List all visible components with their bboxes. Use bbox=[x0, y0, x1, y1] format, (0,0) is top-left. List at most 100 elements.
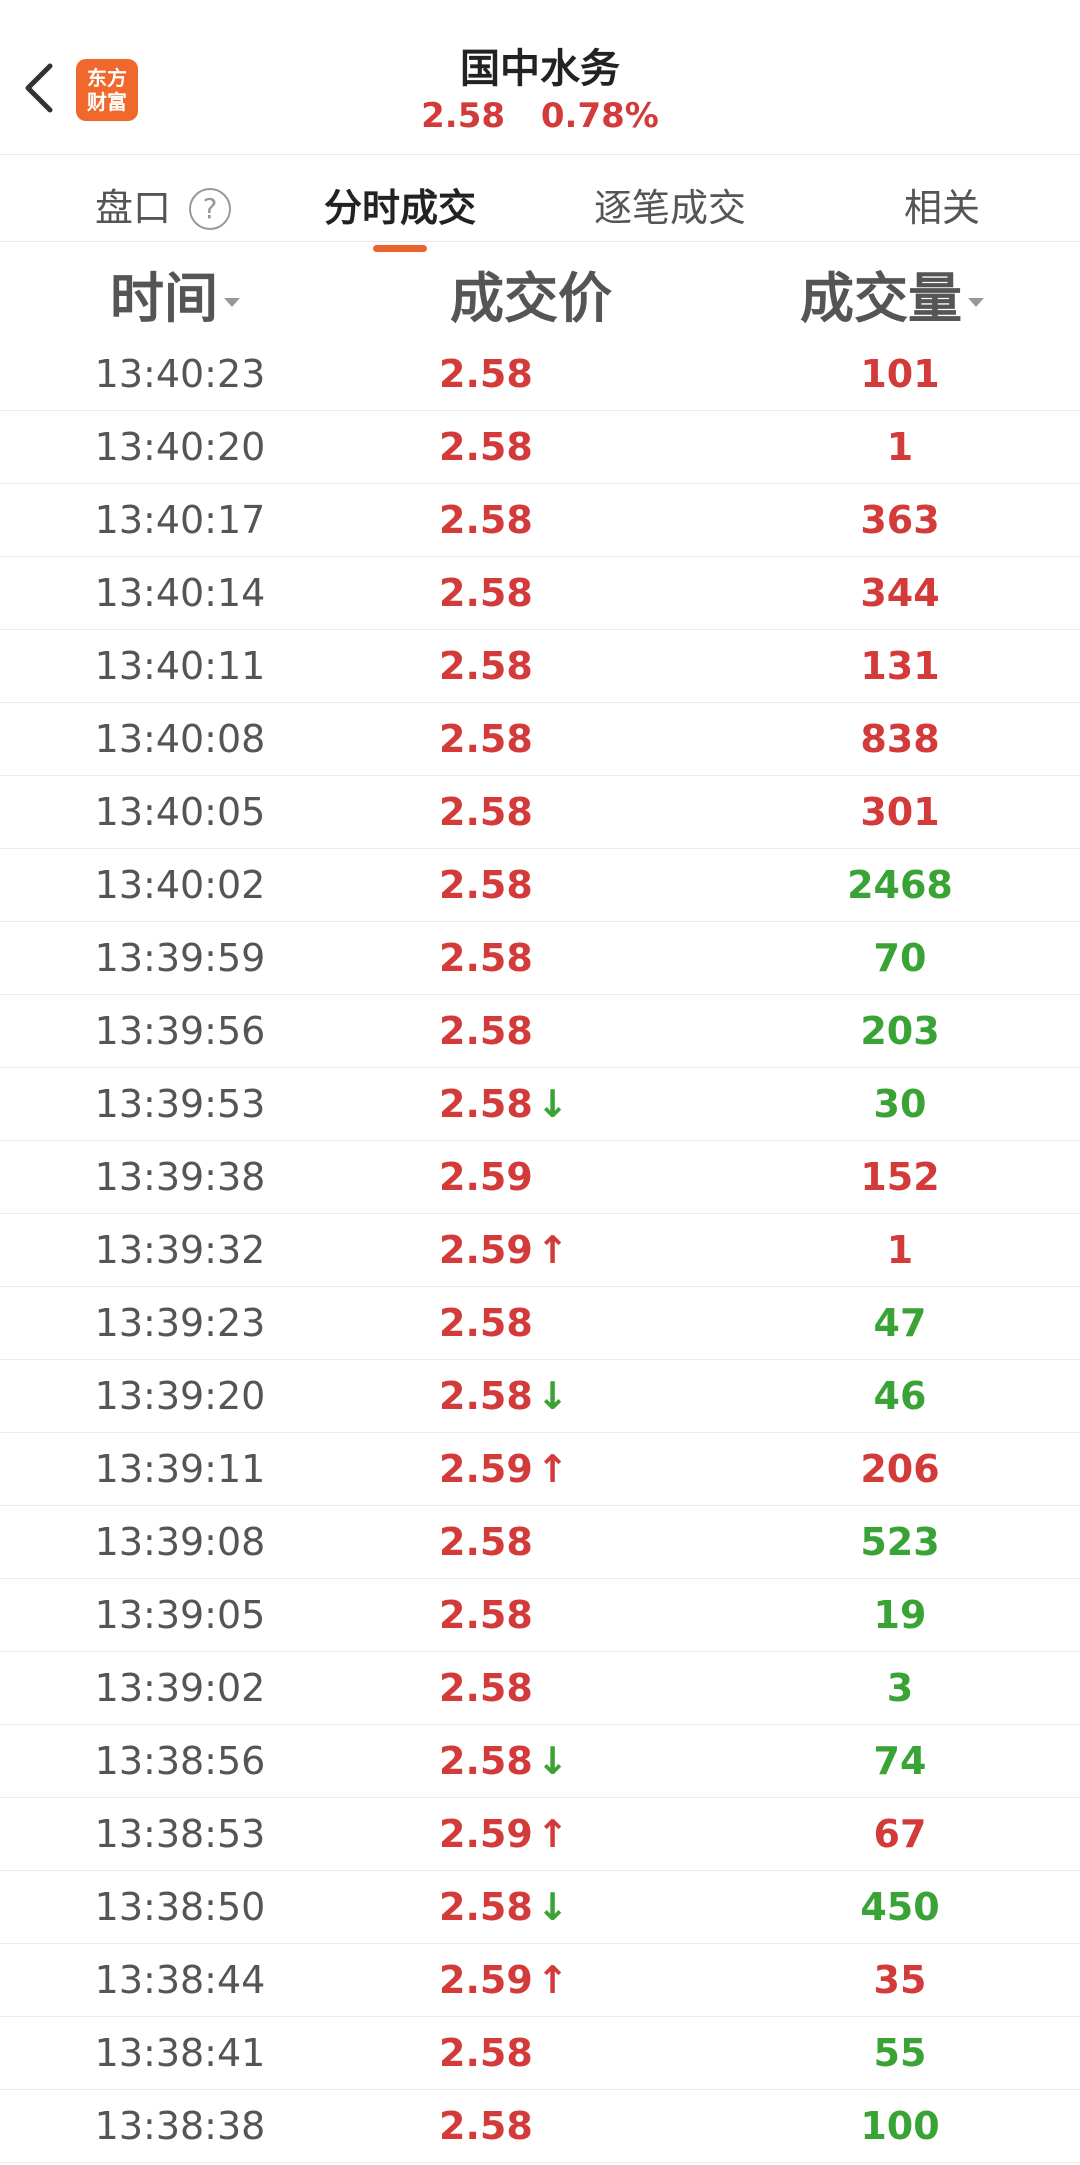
header: 东方 财富 国中水务 2.58 0.78% bbox=[0, 0, 1080, 155]
trade-price: 2.58 bbox=[439, 1652, 639, 1724]
trade-price-value: 2.58 bbox=[439, 790, 533, 834]
col-volume[interactable]: 成交量 bbox=[800, 254, 984, 333]
trade-time: 13:39:38 bbox=[94, 1155, 266, 1199]
trade-time: 13:38:53 bbox=[94, 1812, 266, 1856]
trade-price-value: 2.58 bbox=[439, 717, 533, 761]
trade-volume: 363 bbox=[860, 498, 940, 542]
table-row: 13:39:23 2.58 47 bbox=[0, 1287, 1080, 1360]
tab-pankou[interactable]: 盘口? bbox=[95, 177, 232, 232]
tab-bar: 盘口? 分时成交 逐笔成交 相关 bbox=[0, 155, 1080, 252]
trade-time: 13:38:56 bbox=[94, 1739, 266, 1783]
table-row: 13:38:41 2.58 55 bbox=[0, 2017, 1080, 2090]
trade-price-value: 2.58 bbox=[439, 2031, 533, 2075]
tab-zhubi[interactable]: 逐笔成交 bbox=[594, 177, 746, 232]
trade-price: 2.59 ↑ bbox=[439, 1944, 639, 2016]
arrow-down-icon: ↓ bbox=[536, 1885, 569, 1929]
tab-related[interactable]: 相关 bbox=[904, 177, 980, 232]
table-row: 13:40:11 2.58 131 bbox=[0, 630, 1080, 703]
trade-price: 2.58 bbox=[439, 1287, 639, 1359]
table-row: 13:38:44 2.59 ↑ 35 bbox=[0, 1944, 1080, 2017]
trade-time: 13:39:53 bbox=[94, 1082, 266, 1126]
arrow-up-icon: ↑ bbox=[536, 1447, 569, 1491]
arrow-down-icon: ↓ bbox=[536, 1739, 569, 1783]
trade-price-value: 2.59 bbox=[439, 1812, 533, 1856]
trade-price-value: 2.58 bbox=[439, 1374, 533, 1418]
trade-price: 2.58 bbox=[439, 2017, 639, 2089]
arrow-up-icon: ↑ bbox=[536, 1812, 569, 1856]
trade-volume: 152 bbox=[860, 1155, 940, 1199]
table-row: 13:40:17 2.58 363 bbox=[0, 484, 1080, 557]
table-row: 13:40:23 2.58 101 bbox=[0, 338, 1080, 411]
trade-price-value: 2.59 bbox=[439, 1155, 533, 1199]
table-row: 13:40:05 2.58 301 bbox=[0, 776, 1080, 849]
trade-price: 2.58 bbox=[439, 922, 639, 994]
trade-time: 13:38:41 bbox=[94, 2031, 266, 2075]
trade-price: 2.58 ↓ bbox=[439, 1871, 639, 1943]
trade-volume: 1 bbox=[886, 1228, 914, 1272]
trade-price-value: 2.58 bbox=[439, 1520, 533, 1564]
arrow-down-icon: ↓ bbox=[536, 1374, 569, 1418]
table-row: 13:40:20 2.58 1 bbox=[0, 411, 1080, 484]
arrow-up-icon: ↑ bbox=[536, 1958, 569, 2002]
trade-price: 2.59 ↑ bbox=[439, 1798, 639, 1870]
trade-time: 13:38:44 bbox=[94, 1958, 266, 2002]
trade-price: 2.59 ↑ bbox=[439, 1214, 639, 1286]
trade-volume: 838 bbox=[860, 717, 940, 761]
trade-price-value: 2.58 bbox=[439, 498, 533, 542]
arrow-down-icon: ↓ bbox=[536, 1082, 569, 1126]
trade-time: 13:39:56 bbox=[94, 1009, 266, 1053]
trade-volume: 301 bbox=[860, 790, 940, 834]
trade-price: 2.58 bbox=[439, 995, 639, 1067]
trade-price: 2.58 bbox=[439, 776, 639, 848]
trade-time: 13:39:20 bbox=[94, 1374, 266, 1418]
stock-quote: 2.58 0.78% bbox=[0, 96, 1080, 136]
table-row: 13:40:02 2.58 2468 bbox=[0, 849, 1080, 922]
trade-volume: 1 bbox=[886, 425, 914, 469]
trade-price-value: 2.58 bbox=[439, 1082, 533, 1126]
table-row: 13:39:05 2.58 19 bbox=[0, 1579, 1080, 1652]
trade-time: 13:39:32 bbox=[94, 1228, 266, 1272]
trade-price-value: 2.58 bbox=[439, 352, 533, 396]
trade-time: 13:39:02 bbox=[94, 1666, 266, 1710]
trade-volume: 19 bbox=[873, 1593, 927, 1637]
trade-price-value: 2.58 bbox=[439, 1593, 533, 1637]
trade-time: 13:39:05 bbox=[94, 1593, 266, 1637]
trade-volume: 131 bbox=[860, 644, 940, 688]
trade-price: 2.58 ↓ bbox=[439, 1360, 639, 1432]
table-row: 13:39:53 2.58 ↓ 30 bbox=[0, 1068, 1080, 1141]
trade-price-value: 2.58 bbox=[439, 1739, 533, 1783]
trade-time: 13:38:38 bbox=[94, 2104, 266, 2148]
trade-volume: 203 bbox=[860, 1009, 940, 1053]
trade-time: 13:40:02 bbox=[94, 863, 266, 907]
trade-price-value: 2.58 bbox=[439, 425, 533, 469]
trade-price: 2.58 bbox=[439, 484, 639, 556]
trade-volume: 2468 bbox=[847, 863, 953, 907]
col-price: 成交价 bbox=[450, 267, 612, 330]
trade-volume: 35 bbox=[873, 1958, 927, 2002]
table-row: 13:39:59 2.58 70 bbox=[0, 922, 1080, 995]
trade-price: 2.58 bbox=[439, 557, 639, 629]
trade-price-value: 2.58 bbox=[439, 1666, 533, 1710]
table-row: 13:39:08 2.58 523 bbox=[0, 1506, 1080, 1579]
table-row: 13:38:56 2.58 ↓ 74 bbox=[0, 1725, 1080, 1798]
table-row: 13:39:32 2.59 ↑ 1 bbox=[0, 1214, 1080, 1287]
trade-price: 2.58 bbox=[439, 849, 639, 921]
trade-price: 2.58 bbox=[439, 630, 639, 702]
table-row: 13:39:02 2.58 3 bbox=[0, 1652, 1080, 1725]
table-row: 13:39:11 2.59 ↑ 206 bbox=[0, 1433, 1080, 1506]
trade-volume: 67 bbox=[873, 1812, 927, 1856]
table-row: 13:39:20 2.58 ↓ 46 bbox=[0, 1360, 1080, 1433]
trade-price: 2.58 bbox=[439, 338, 639, 410]
trade-price-value: 2.59 bbox=[439, 1958, 533, 2002]
trade-time: 13:39:11 bbox=[94, 1447, 266, 1491]
table-row: 13:39:38 2.59 152 bbox=[0, 1141, 1080, 1214]
trade-time: 13:40:08 bbox=[94, 717, 266, 761]
col-time[interactable]: 时间 bbox=[110, 254, 240, 333]
trade-time: 13:40:14 bbox=[94, 571, 266, 615]
help-icon[interactable]: ? bbox=[189, 188, 232, 230]
trade-price: 2.59 bbox=[439, 1141, 639, 1213]
table-row: 13:38:38 2.58 100 bbox=[0, 2090, 1080, 2163]
tab-fenshi[interactable]: 分时成交 bbox=[324, 177, 476, 252]
table-row: 13:38:53 2.59 ↑ 67 bbox=[0, 1798, 1080, 1871]
trade-price-value: 2.58 bbox=[439, 1885, 533, 1929]
